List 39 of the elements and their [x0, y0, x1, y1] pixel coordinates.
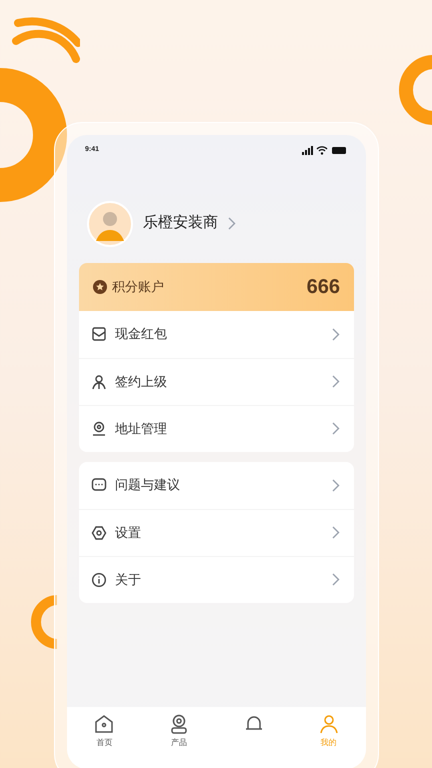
chevron-right-icon — [332, 526, 340, 539]
menu-item-label: 问题与建议 — [115, 476, 181, 494]
tab-item[interactable]: 首页 — [67, 713, 142, 749]
envelope-icon — [91, 326, 107, 342]
menu-item[interactable]: 设置 — [79, 508, 354, 556]
menu-item[interactable]: 签约上级 — [79, 358, 354, 404]
tab-label: 产品 — [171, 737, 188, 749]
menu-item-label: 关于 — [115, 570, 142, 589]
chevron-right-icon — [228, 217, 236, 230]
chevron-right-icon — [332, 375, 340, 388]
tab-item[interactable]: 产品 — [142, 713, 216, 749]
tab-label: 我的 — [320, 737, 337, 749]
menu-item[interactable]: 现金红包 — [79, 310, 354, 358]
points-card[interactable]: 积分账户 666 — [79, 262, 354, 310]
user-icon — [318, 713, 340, 735]
location-pin-icon — [91, 420, 107, 436]
person-icon — [91, 374, 107, 390]
home-icon — [93, 713, 116, 735]
menu-item-label: 签约上级 — [115, 372, 168, 391]
menu-item[interactable]: 地址管理 — [79, 404, 354, 452]
chevron-right-icon — [332, 478, 340, 492]
chevron-right-icon — [332, 573, 340, 586]
menu-item[interactable]: 关于 — [79, 556, 354, 602]
profile-name-link[interactable]: 乐橙安装商 — [143, 212, 236, 235]
chevron-right-icon — [332, 422, 340, 435]
status-icons-drawing — [302, 146, 348, 155]
chevron-right-icon — [332, 328, 340, 340]
hexagon-gear-icon — [91, 524, 107, 540]
points-label: 积分账户 — [112, 278, 164, 296]
menu-item-label: 地址管理 — [115, 420, 168, 438]
chat-bubble-icon — [91, 477, 107, 493]
info-icon — [91, 572, 107, 588]
star-badge-icon — [93, 280, 107, 294]
menu-item[interactable]: 问题与建议 — [79, 462, 354, 508]
tab-label: 首页 — [96, 737, 112, 749]
menu-item-label: 现金红包 — [115, 325, 168, 344]
avatar-silhouette — [87, 200, 133, 246]
points-value: 666 — [306, 274, 340, 300]
menu-item-label: 设置 — [115, 524, 142, 542]
